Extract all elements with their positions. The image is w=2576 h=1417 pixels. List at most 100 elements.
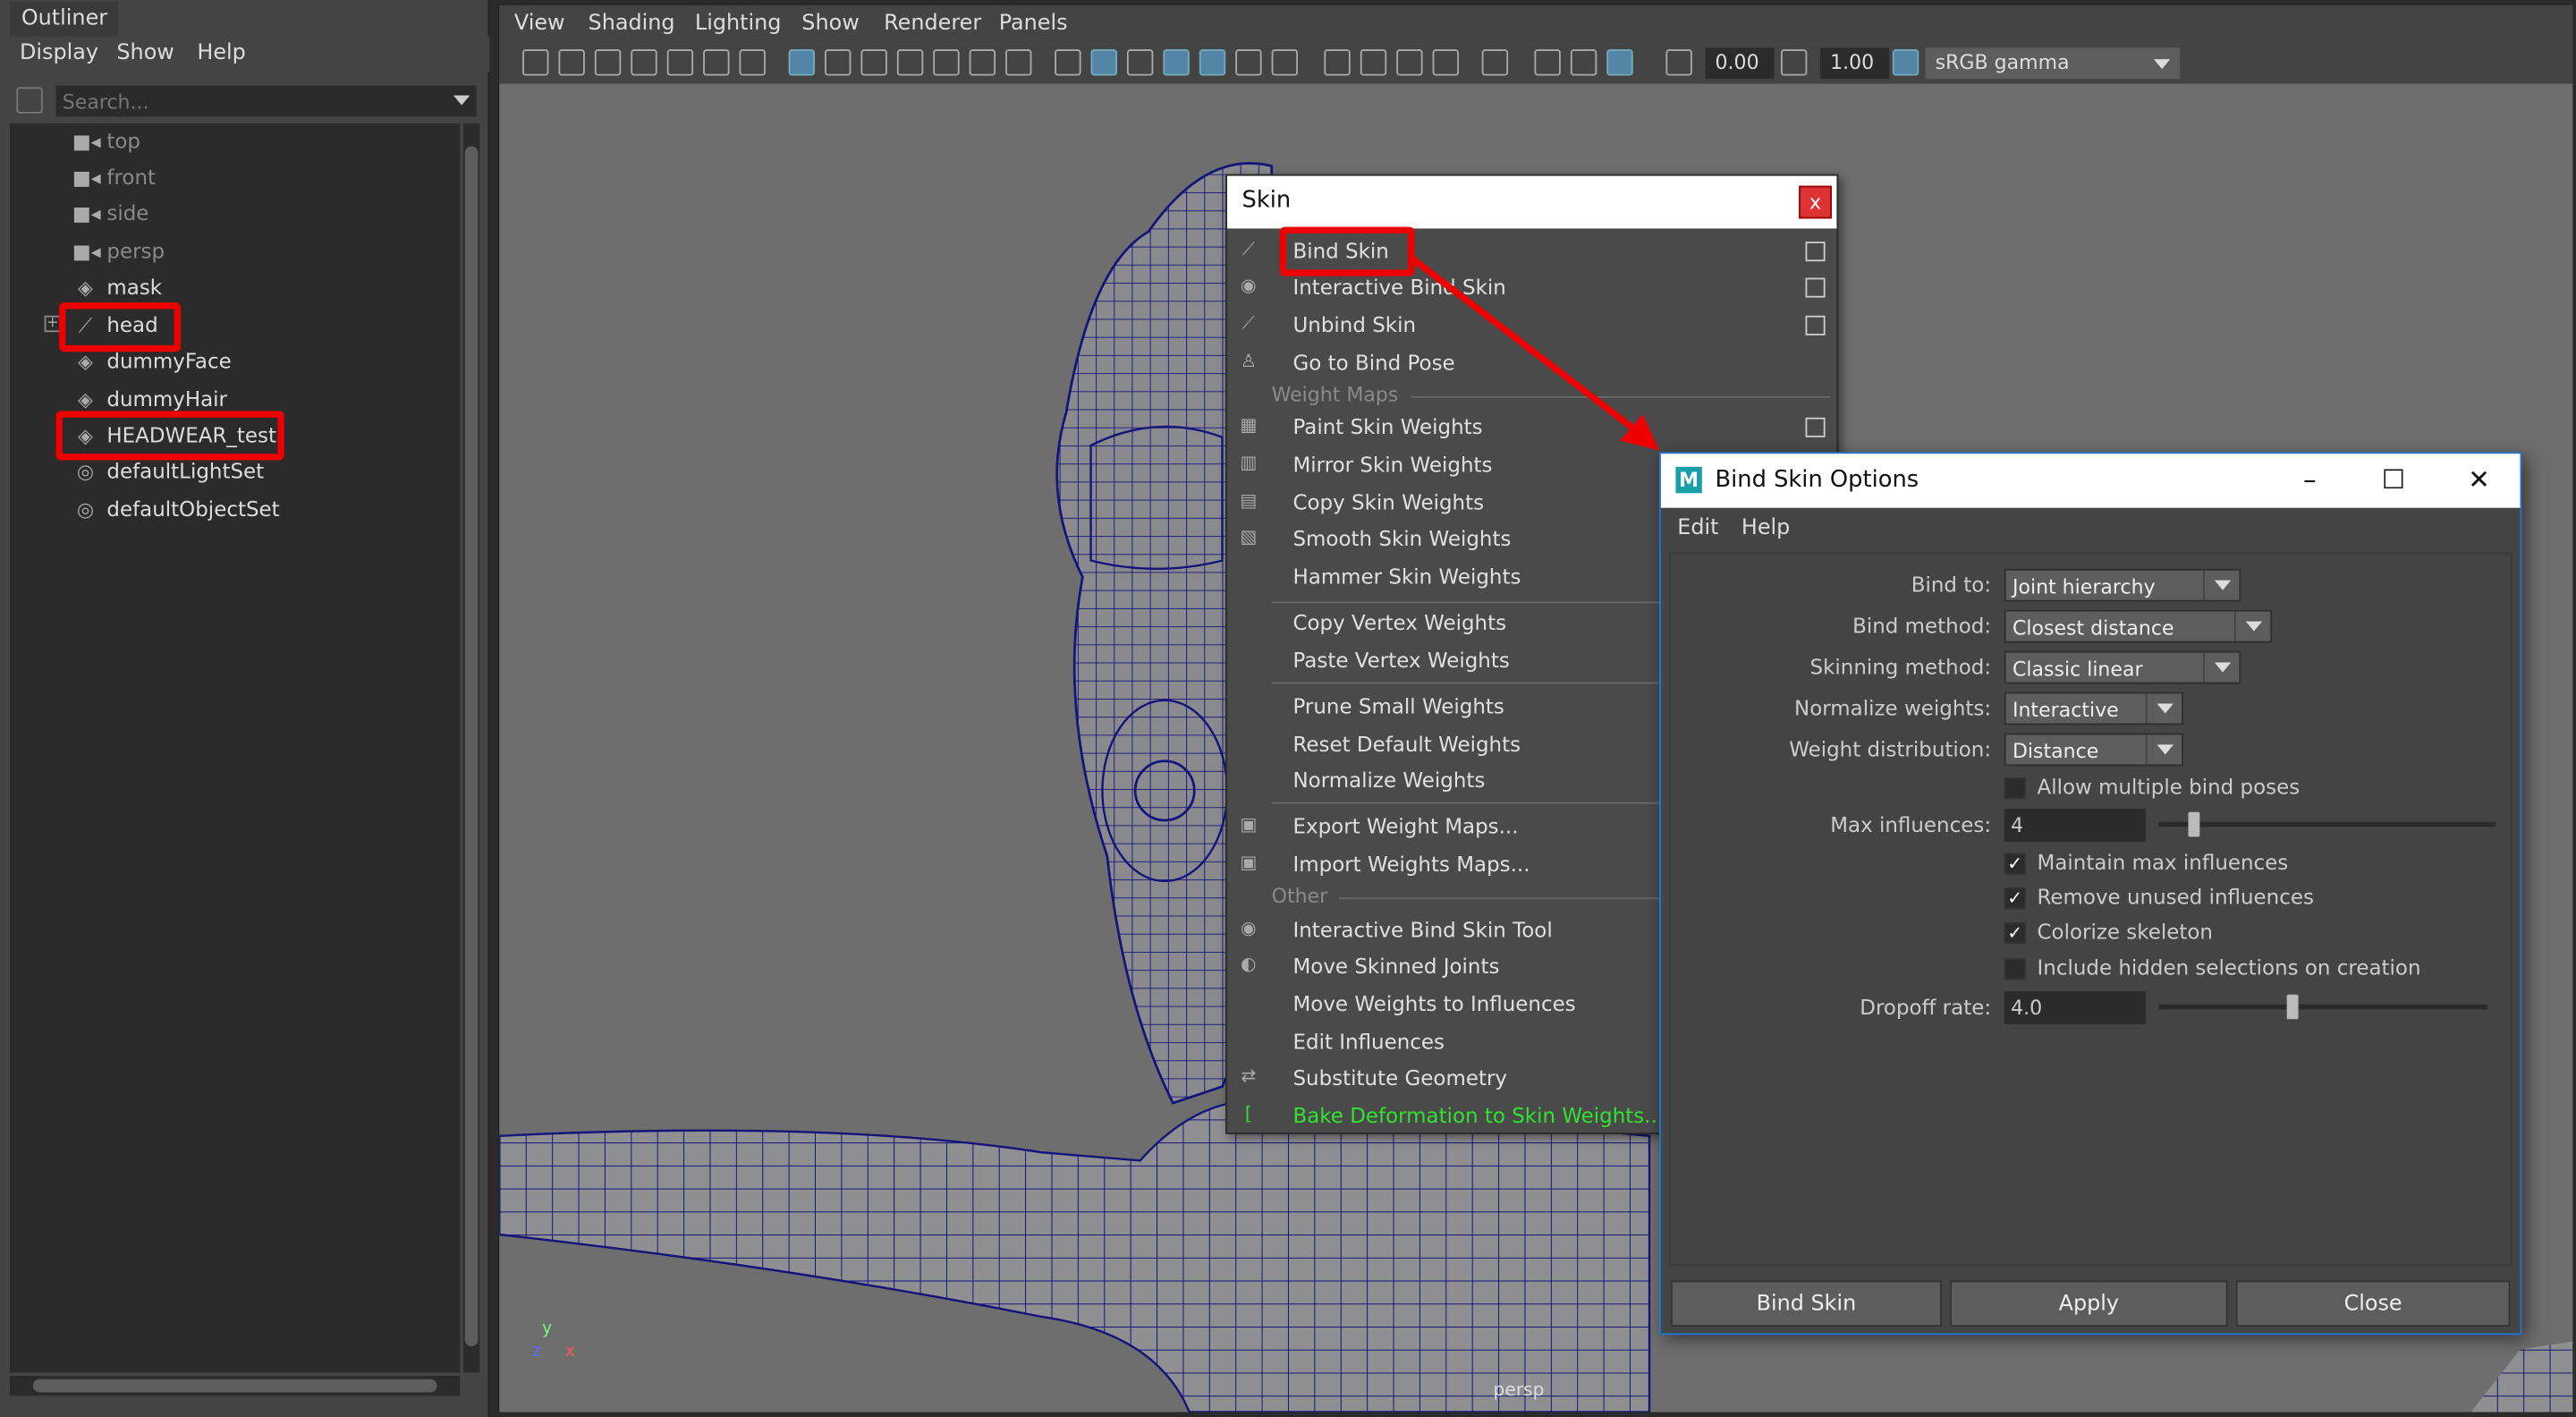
close-button[interactable]: x xyxy=(1799,185,1832,219)
2d-pan-icon[interactable] xyxy=(703,49,730,76)
horizontal-scrollbar[interactable] xyxy=(10,1376,461,1396)
outliner-panel: Outliner Display Show Help ■◂ top ■◂ fro… xyxy=(0,0,490,1417)
lock-camera-icon[interactable] xyxy=(558,49,585,76)
image-plane-icon[interactable] xyxy=(631,49,657,76)
chevron-down-icon[interactable] xyxy=(453,95,470,106)
menu-edit[interactable]: Edit xyxy=(1677,516,1718,541)
set-icon: ◎ xyxy=(76,460,95,484)
motion-blur-icon[interactable] xyxy=(1360,49,1387,76)
select-camera-icon[interactable] xyxy=(522,49,549,76)
pen-icon[interactable] xyxy=(739,49,766,76)
film-gate-icon[interactable] xyxy=(825,49,852,76)
menu-shading[interactable]: Shading xyxy=(589,12,675,37)
apply-button[interactable]: Apply xyxy=(1950,1280,2228,1327)
exposure-icon[interactable] xyxy=(1665,49,1692,76)
xray-icon[interactable] xyxy=(1534,49,1561,76)
wireframe-on-shaded-icon[interactable] xyxy=(1163,49,1190,76)
bind-skin-button[interactable]: Bind Skin xyxy=(1670,1280,1942,1327)
list-item[interactable]: ◎ defaultObjectSet xyxy=(10,491,460,527)
list-item[interactable]: ■◂ front xyxy=(10,159,460,195)
close-button[interactable]: Close xyxy=(2235,1280,2511,1327)
xray-joints-icon[interactable] xyxy=(1570,49,1597,76)
menu-help[interactable]: Help xyxy=(197,41,245,66)
outliner-tab[interactable]: Outliner xyxy=(10,1,119,38)
mesh-icon: ◈ xyxy=(78,350,93,374)
safe-title-icon[interactable] xyxy=(1005,49,1032,76)
safe-action-icon[interactable] xyxy=(969,49,996,76)
field-chart-icon[interactable] xyxy=(933,49,960,76)
filter-icon[interactable] xyxy=(16,87,43,114)
grid-icon[interactable] xyxy=(788,49,816,76)
skinning-method-label: Skinning method: xyxy=(1809,654,1992,679)
color-space-select[interactable]: sRGB gamma xyxy=(1925,47,2181,80)
normalize-weights-select[interactable]: Interactive xyxy=(2004,692,2183,725)
option-box-icon[interactable] xyxy=(1805,315,1826,335)
gamma-icon[interactable] xyxy=(1780,49,1808,76)
bind-method-label: Bind method: xyxy=(1852,613,1992,638)
ambient-occlusion-icon[interactable] xyxy=(1324,49,1351,76)
bookmark-icon[interactable] xyxy=(594,49,622,76)
anti-alias-icon[interactable] xyxy=(1396,49,1423,76)
section-weight-maps: Weight Maps xyxy=(1271,383,1399,406)
close-window-button[interactable]: ✕ xyxy=(2454,461,2504,500)
bind-skin-options-dialog: M Bind Skin Options – ☐ ✕ Edit Help Bind… xyxy=(1659,452,2522,1336)
search-input[interactable] xyxy=(55,85,477,117)
vertical-scrollbar[interactable] xyxy=(462,123,480,1373)
item-label: top xyxy=(106,128,141,153)
xray-active-icon[interactable] xyxy=(1606,49,1633,76)
options-form: Bind to: Joint hierarchy Bind method: Cl… xyxy=(1669,552,2512,1266)
item-label: defaultLightSet xyxy=(106,458,265,484)
skinning-method-select[interactable]: Classic linear xyxy=(2004,650,2241,684)
minimize-button[interactable]: – xyxy=(2285,461,2334,500)
include-hidden-checkbox[interactable] xyxy=(2004,958,2026,980)
list-item[interactable]: ■◂ top xyxy=(10,123,460,159)
section-other: Other xyxy=(1271,884,1328,908)
menu-display[interactable]: Display xyxy=(20,41,98,66)
allow-multiple-label: Allow multiple bind poses xyxy=(2037,774,2301,800)
textured-icon[interactable] xyxy=(1199,49,1226,76)
list-item[interactable]: ■◂ side xyxy=(10,196,460,232)
resolution-gate-icon[interactable] xyxy=(860,49,887,76)
colorize-skeleton-checkbox[interactable]: ✓ xyxy=(2004,921,2026,944)
list-item[interactable]: ◈ mask xyxy=(10,269,460,305)
bind-method-select[interactable]: Closest distance xyxy=(2004,609,2273,643)
smooth-shade-icon[interactable] xyxy=(1090,49,1117,76)
menu-lighting[interactable]: Lighting xyxy=(695,12,782,37)
menu-show[interactable]: Show xyxy=(116,41,174,66)
shadows-icon[interactable] xyxy=(1271,49,1298,76)
default-material-icon[interactable] xyxy=(1126,49,1154,76)
dropoff-rate-field[interactable]: 4.0 xyxy=(2004,991,2146,1024)
gamma-field[interactable]: 1.00 xyxy=(1820,47,1890,80)
allow-multiple-checkbox[interactable] xyxy=(2004,777,2026,800)
max-influences-field[interactable]: 4 xyxy=(2004,809,2146,842)
lights-icon[interactable] xyxy=(1235,49,1262,76)
option-box-icon[interactable] xyxy=(1805,277,1826,298)
skin-menu-title[interactable]: Skin xyxy=(1227,175,1837,229)
max-influences-label: Max influences: xyxy=(1830,811,1992,837)
menu-help[interactable]: Help xyxy=(1741,516,1790,541)
gate-mask-icon[interactable] xyxy=(896,49,924,76)
list-item[interactable]: ■◂ persp xyxy=(10,233,460,269)
option-box-icon[interactable] xyxy=(1805,417,1826,437)
bind-pose-icon: ♙ xyxy=(1240,350,1257,372)
max-influences-slider[interactable] xyxy=(2158,811,2496,837)
color-management-icon[interactable] xyxy=(1892,49,1919,76)
isolate-select-icon[interactable] xyxy=(1481,49,1509,76)
menu-view[interactable]: View xyxy=(514,12,565,37)
maintain-max-checkbox[interactable]: ✓ xyxy=(2004,853,2026,875)
option-box-icon[interactable] xyxy=(1805,242,1826,262)
dialog-titlebar[interactable]: M Bind Skin Options – ☐ ✕ xyxy=(1660,454,2521,508)
camera-icon: ■◂ xyxy=(72,240,101,264)
exposure-field[interactable]: 0.00 xyxy=(1705,47,1775,80)
depth-of-field-icon[interactable] xyxy=(1432,49,1459,76)
maximize-button[interactable]: ☐ xyxy=(2369,461,2419,500)
wireframe-icon[interactable] xyxy=(1055,49,1081,76)
menu-panels[interactable]: Panels xyxy=(999,12,1068,37)
weight-distribution-select[interactable]: Distance xyxy=(2004,733,2183,767)
remove-unused-checkbox[interactable]: ✓ xyxy=(2004,887,2026,910)
grease-pencil-icon[interactable] xyxy=(666,49,694,76)
menu-renderer[interactable]: Renderer xyxy=(884,12,981,37)
dropoff-rate-slider[interactable] xyxy=(2158,994,2487,1020)
bind-to-select[interactable]: Joint hierarchy xyxy=(2004,568,2241,602)
menu-show[interactable]: Show xyxy=(801,12,859,37)
